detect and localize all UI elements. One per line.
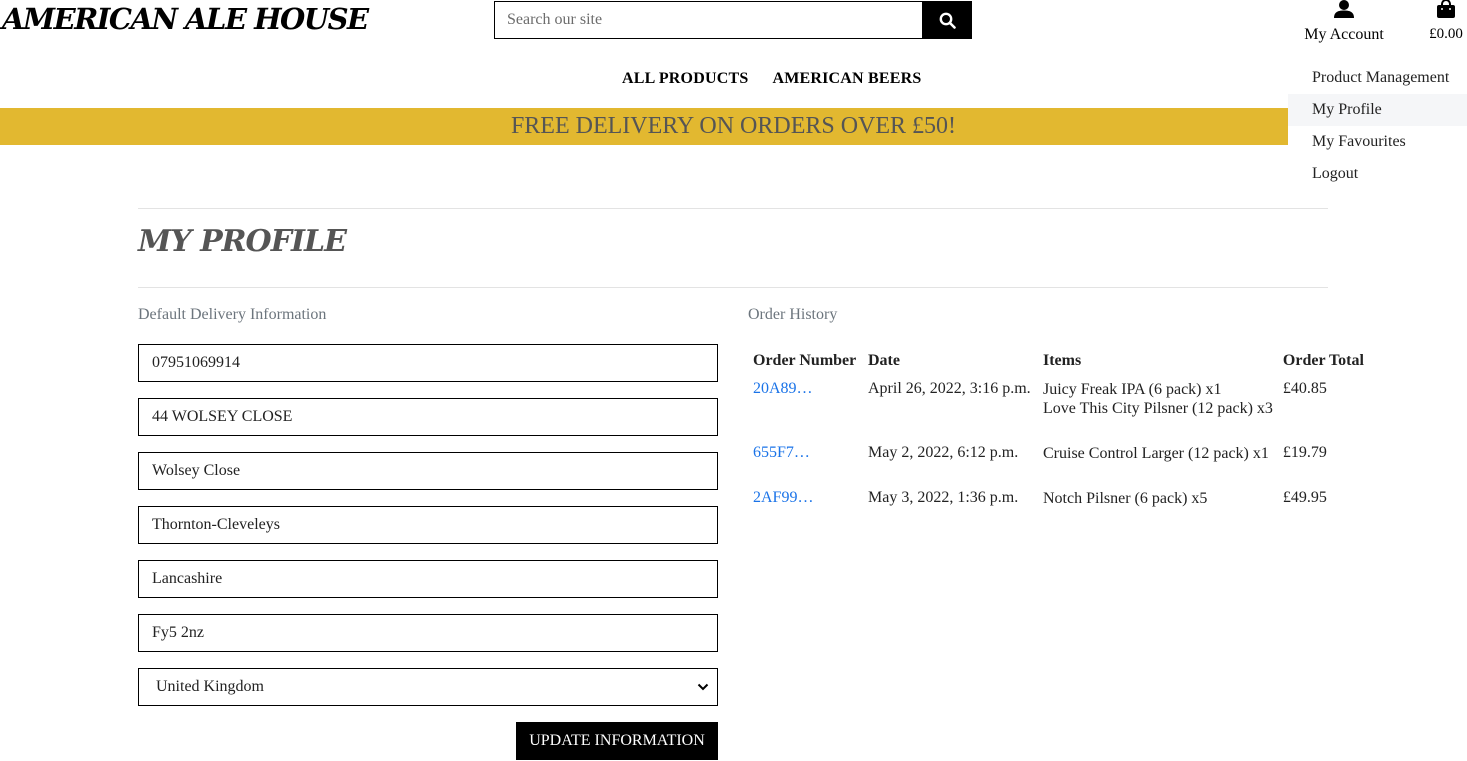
col-order-number: Order Number: [753, 352, 857, 369]
update-information-button[interactable]: UPDATE INFORMATION: [516, 722, 718, 760]
street-address2-field[interactable]: Wolsey Close: [138, 452, 718, 490]
street-address1-field[interactable]: 44 WOLSEY CLOSE: [138, 398, 718, 436]
col-date: Date: [868, 352, 900, 369]
order-item: Love This City Pilsner (12 pack) x3: [1043, 400, 1273, 417]
site-logo[interactable]: AMERICAN ALE HOUSE: [2, 2, 369, 36]
search-input[interactable]: [494, 1, 922, 39]
order-items: Cruise Control Larger (12 pack) x1: [1038, 440, 1278, 485]
phone-number-field[interactable]: 07951069914: [138, 344, 718, 382]
order-total: £40.85: [1282, 380, 1327, 397]
order-items: Juicy Freak IPA (6 pack) x1 Love This Ci…: [1038, 376, 1278, 440]
menu-item-logout[interactable]: Logout: [1288, 158, 1467, 190]
order-items: Notch Pilsner (6 pack) x5: [1038, 485, 1278, 530]
table-header-row: Order Number Date Items Order Total: [748, 346, 1369, 376]
menu-item-my-profile[interactable]: My Profile: [1288, 94, 1467, 126]
menu-item-product-management[interactable]: Product Management: [1288, 62, 1467, 94]
order-total: £49.95: [1282, 489, 1327, 506]
user-icon: [1334, 0, 1354, 18]
my-account-link[interactable]: My Account: [1296, 0, 1392, 44]
table-row: 655F7… May 2, 2022, 6:12 p.m. Cruise Con…: [748, 440, 1369, 485]
table-row: 20A89… April 26, 2022, 3:16 p.m. Juicy F…: [748, 376, 1369, 440]
cart-link[interactable]: £0.00: [1422, 0, 1467, 43]
order-date: May 3, 2022, 1:36 p.m.: [868, 489, 1019, 506]
search-icon: [939, 12, 956, 29]
order-number-link[interactable]: 655F7…: [753, 444, 810, 461]
main-nav: ALL PRODUCTS AMERICAN BEERS: [614, 70, 921, 88]
search-form: [494, 1, 972, 39]
nav-american-beers[interactable]: AMERICAN BEERS: [764, 70, 921, 88]
order-date: May 2, 2022, 6:12 p.m.: [868, 444, 1019, 461]
account-dropdown: Product Management My Profile My Favouri…: [1288, 62, 1467, 190]
table-row: 2AF99… May 3, 2022, 1:36 p.m. Notch Pils…: [748, 485, 1369, 530]
order-item: Juicy Freak IPA (6 pack) x1: [1043, 381, 1222, 398]
page-title: MY PROFILE: [138, 224, 347, 259]
order-item: Cruise Control Larger (12 pack) x1: [1043, 445, 1269, 462]
order-date: April 26, 2022, 3:16 p.m.: [868, 380, 1031, 397]
county-field[interactable]: Lancashire: [138, 560, 718, 598]
search-button[interactable]: [922, 1, 972, 39]
divider-top: [138, 208, 1328, 209]
col-items: Items: [1043, 352, 1082, 369]
nav-all-products[interactable]: ALL PRODUCTS: [614, 70, 748, 88]
order-history-table: Order Number Date Items Order Total 20A8…: [748, 346, 1369, 530]
order-number-link[interactable]: 20A89…: [753, 380, 813, 397]
country-select[interactable]: United Kingdom: [138, 668, 718, 706]
town-city-field[interactable]: Thornton-Cleveleys: [138, 506, 718, 544]
order-total: £19.79: [1282, 444, 1327, 461]
delivery-banner: FREE DELIVERY ON ORDERS OVER £50!: [0, 108, 1467, 145]
country-selected-value: United Kingdom: [156, 678, 264, 695]
chevron-down-icon: [697, 683, 709, 691]
order-history-heading: Order History: [748, 306, 838, 323]
postcode-field[interactable]: Fy5 2nz: [138, 614, 718, 652]
shopping-bag-icon: [1437, 0, 1455, 18]
menu-item-my-favourites[interactable]: My Favourites: [1288, 126, 1467, 158]
col-order-total: Order Total: [1282, 352, 1364, 369]
account-label: My Account: [1304, 26, 1384, 43]
divider-bottom: [138, 287, 1328, 288]
order-item: Notch Pilsner (6 pack) x5: [1043, 490, 1208, 507]
order-number-link[interactable]: 2AF99…: [753, 489, 813, 506]
cart-total: £0.00: [1429, 26, 1463, 42]
delivery-heading: Default Delivery Information: [138, 306, 327, 323]
